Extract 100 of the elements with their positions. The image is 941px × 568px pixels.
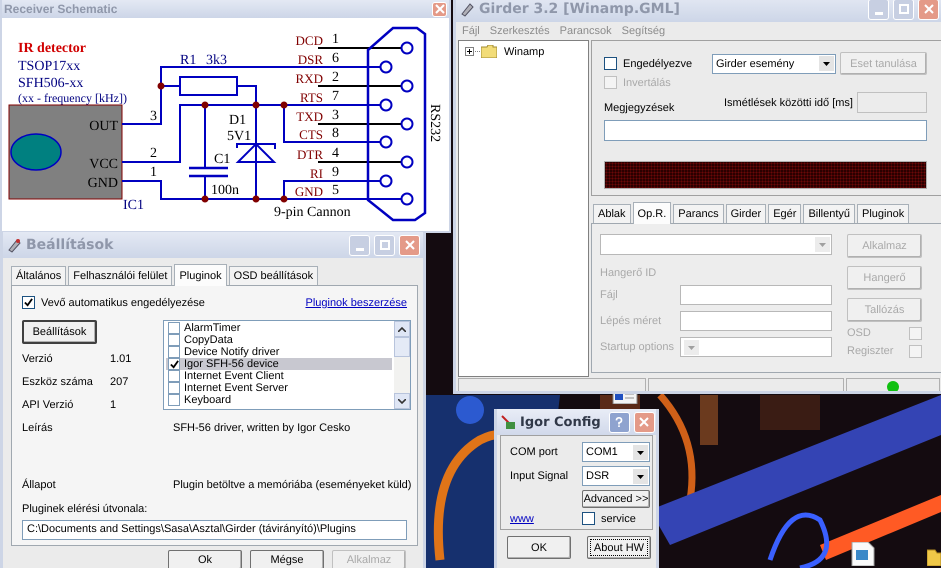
scroll-thumb[interactable] — [394, 337, 410, 357]
info-value: 207 — [110, 376, 130, 388]
plugin-name: CopyData — [184, 334, 233, 346]
maximize-icon — [380, 240, 390, 250]
close-button[interactable] — [918, 0, 939, 20]
dropdown[interactable]: COM1 — [582, 442, 650, 462]
tab[interactable]: Felhasználói felület — [68, 266, 172, 285]
app-icon — [459, 1, 475, 17]
link[interactable]: Pluginok beszerzése — [305, 296, 407, 308]
scroll-down-button[interactable] — [394, 393, 410, 409]
checkbox[interactable] — [168, 358, 180, 370]
tree-item[interactable]: Winamp — [504, 46, 544, 58]
pin-number: 6 — [332, 51, 339, 66]
notes-field[interactable] — [604, 120, 927, 141]
info-label: Eszköz száma — [22, 376, 94, 388]
minimize-button[interactable] — [349, 234, 370, 256]
checkbox[interactable] — [604, 57, 617, 70]
event-dropdown[interactable]: Girder esemény — [712, 54, 836, 74]
minimize-icon — [874, 12, 882, 14]
field-label: Állapot — [22, 479, 57, 491]
minimize-button[interactable] — [868, 0, 889, 20]
window-title: Beállítások — [26, 237, 114, 253]
help-button[interactable] — [608, 412, 630, 432]
link[interactable]: www — [510, 512, 582, 524]
maximize-button[interactable] — [893, 0, 914, 20]
list-item[interactable]: Device Notify driver — [166, 346, 392, 358]
list-item[interactable]: Internet Event Server — [166, 382, 392, 394]
list-item[interactable]: AlarmTimer — [166, 322, 392, 334]
tab[interactable]: Parancs — [673, 204, 724, 223]
checkbox[interactable] — [582, 512, 595, 525]
caret-up-icon — [398, 326, 406, 332]
list-item[interactable]: Keyboard — [166, 394, 392, 406]
close-button[interactable] — [399, 234, 420, 256]
plugin-name: AlarmTimer — [184, 322, 240, 334]
port-label: RS232 — [427, 104, 442, 142]
tab[interactable]: Op.R. — [632, 202, 672, 224]
signal-label: DTR — [297, 147, 323, 162]
info-value: 1 — [110, 398, 118, 410]
status-text: Plugin betöltve a memóriába (eseményeket küld) — [173, 479, 412, 491]
tab[interactable]: Pluginok — [174, 264, 227, 286]
close-icon — [639, 417, 650, 427]
ic-label: IC1 — [123, 198, 144, 213]
description-text: SFH-56 driver, written by Igor Cesko — [173, 422, 352, 436]
tab[interactable]: OSD beállítások — [228, 266, 318, 285]
expand-icon[interactable] — [465, 47, 474, 56]
list-item[interactable]: Igor SFH-56 device — [166, 358, 392, 370]
dialog-button[interactable]: About HW — [587, 536, 651, 559]
dialog-button[interactable]: Mégse — [250, 550, 324, 568]
field-label: Fájl — [600, 289, 619, 301]
list-item[interactable]: Internet Event Client — [166, 370, 392, 382]
pin-number: 8 — [332, 126, 339, 141]
dialog-button[interactable]: OK — [507, 536, 571, 559]
field-label: Megjegyzések — [604, 102, 674, 115]
tab[interactable]: Billentyű — [803, 204, 856, 223]
document-icon[interactable] — [850, 542, 876, 566]
path-field[interactable]: C:\Documents and Settings\Sasa\Asztal\Girder (távirányító)\Plugins — [22, 520, 407, 540]
checkbox[interactable] — [168, 382, 180, 394]
field-label: Startup options — [600, 341, 675, 353]
plugin-name: Igor SFH-56 device — [184, 358, 279, 370]
pin-number: 9 — [332, 165, 339, 180]
checkbox[interactable] — [168, 370, 180, 382]
tab[interactable]: Ablak — [593, 204, 631, 223]
part-number: (xx - frequency [kHz]) — [18, 91, 127, 105]
plugin-name: Device Notify driver — [184, 346, 280, 358]
list-item[interactable]: CopyData — [166, 334, 392, 346]
close-button[interactable] — [432, 2, 447, 16]
signal-label: DCD — [296, 33, 323, 48]
checkbox-label: OSD — [847, 327, 871, 339]
checkbox[interactable] — [168, 322, 180, 334]
checkbox[interactable] — [22, 296, 35, 309]
advanced-button[interactable]: Advanced >> — [582, 490, 650, 508]
signal-label: DSR — [298, 52, 323, 67]
close-icon — [434, 4, 444, 14]
close-icon — [924, 4, 934, 14]
close-button[interactable] — [634, 412, 655, 432]
resistor-value: 3k3 — [206, 53, 227, 68]
info-label: API Verzió — [22, 398, 74, 410]
window-title: Receiver Schematic — [4, 2, 118, 16]
dialog-button[interactable]: Ok — [168, 550, 242, 568]
checkbox[interactable] — [168, 346, 180, 358]
part-number: SFH506-xx — [18, 76, 84, 91]
maximize-button[interactable] — [374, 234, 395, 256]
settings-button[interactable]: Beállítások — [22, 320, 97, 344]
checkbox[interactable] — [168, 334, 180, 346]
dropdown[interactable]: DSR — [582, 466, 650, 486]
pin-number: 3 — [332, 108, 339, 123]
tab[interactable]: Girder — [726, 204, 766, 223]
checkbox-label: Vevő automatikus engedélyezése — [41, 296, 205, 308]
help-icon — [614, 417, 624, 427]
plugin-name: Internet Event Client — [184, 370, 284, 382]
tab[interactable]: Pluginok — [857, 204, 910, 223]
field-label: Ismétlések közötti idő [ms] — [724, 97, 853, 109]
field-label: Hangerő ID — [600, 267, 658, 279]
signal-label: RTS — [300, 90, 323, 105]
connector-label: 9-pin Cannon — [274, 205, 351, 220]
tab[interactable]: Általános — [11, 266, 66, 285]
tab[interactable]: Egér — [768, 204, 802, 223]
checkbox[interactable] — [168, 394, 180, 406]
checkbox-label: Regiszter — [847, 345, 894, 357]
scroll-up-button[interactable] — [394, 321, 410, 337]
